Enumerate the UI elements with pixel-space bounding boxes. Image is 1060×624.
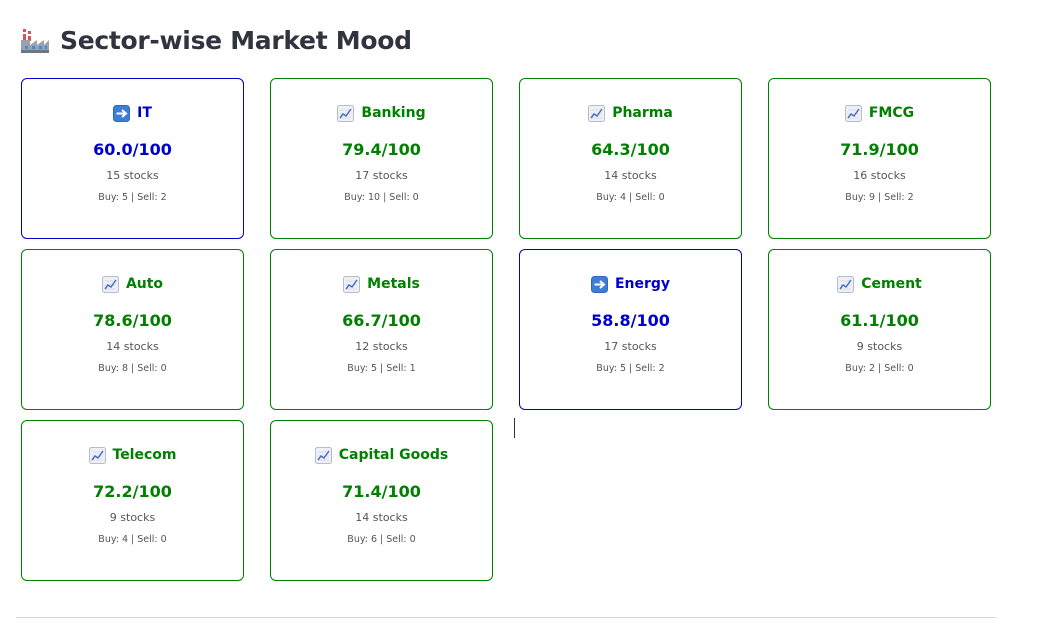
buy-sell-count: Buy: 5 | Sell: 2: [596, 363, 665, 374]
chart-increasing-icon: [343, 275, 361, 293]
sector-card-pharma: Pharma 64.3/100 14 stocks Buy: 4 | Sell: 0: [519, 78, 742, 239]
sector-name: IT: [137, 105, 152, 121]
chart-increasing-icon: [837, 275, 855, 293]
sector-score: 60.0/100: [93, 140, 172, 159]
sector-name: Cement: [861, 276, 922, 292]
buy-sell-count: Buy: 4 | Sell: 0: [98, 534, 167, 545]
sector-score: 71.4/100: [342, 482, 421, 501]
chart-increasing-icon: [88, 446, 106, 464]
chart-increasing-icon: [844, 104, 862, 122]
page: Sector-wise Market Mood IT 60.0/100 15 sto…: [0, 0, 1060, 624]
sector-title: FMCG: [844, 103, 915, 123]
buy-sell-count: Buy: 9 | Sell: 2: [845, 192, 914, 203]
sector-score: 78.6/100: [93, 311, 172, 330]
chart-increasing-icon: [588, 104, 606, 122]
stock-count: 9 stocks: [109, 511, 156, 524]
sector-card-banking: Banking 79.4/100 17 stocks Buy: 10 | Sell: …: [270, 78, 493, 239]
chart-increasing-icon: [101, 275, 119, 293]
divider: [16, 617, 996, 618]
stock-count: 17 stocks: [355, 169, 408, 182]
sector-name: Capital Goods: [338, 447, 449, 463]
buy-sell-count: Buy: 8 | Sell: 0: [98, 363, 167, 374]
stock-count: 15 stocks: [106, 169, 159, 182]
sector-name: Energy: [614, 276, 671, 292]
right-arrow-icon: [113, 104, 131, 122]
sector-title: Auto: [101, 274, 164, 294]
sector-card-fmcg: FMCG 71.9/100 16 stocks Buy: 9 | Sell: 2: [768, 78, 991, 239]
sector-card-auto: Auto 78.6/100 14 stocks Buy: 8 | Sell: 0: [21, 249, 244, 410]
sector-title: IT: [113, 103, 152, 123]
stock-count: 17 stocks: [604, 340, 657, 353]
sector-name: Telecom: [112, 447, 177, 463]
factory-icon: [21, 29, 49, 53]
text-cursor: [514, 418, 515, 438]
sector-name: Metals: [367, 276, 420, 292]
chart-increasing-icon: [314, 446, 332, 464]
stock-count: 14 stocks: [604, 169, 657, 182]
sector-title: Capital Goods: [314, 445, 449, 465]
buy-sell-count: Buy: 5 | Sell: 1: [347, 363, 416, 374]
stock-count: 16 stocks: [853, 169, 906, 182]
sector-grid: IT 60.0/100 15 stocks Buy: 5 | Sell: 2 Banki…: [21, 78, 991, 581]
sector-score: 58.8/100: [591, 311, 670, 330]
buy-sell-count: Buy: 5 | Sell: 2: [98, 192, 167, 203]
sector-title: Energy: [590, 274, 671, 294]
stock-count: 12 stocks: [355, 340, 408, 353]
sector-score: 64.3/100: [591, 140, 670, 159]
page-title: Sector-wise Market Mood: [60, 25, 412, 55]
sector-title: Banking: [337, 103, 426, 123]
sector-title: Telecom: [88, 445, 177, 465]
sector-card-cement: Cement 61.1/100 9 stocks Buy: 2 | Sell: 0: [768, 249, 991, 410]
stock-count: 14 stocks: [106, 340, 159, 353]
chart-increasing-icon: [337, 104, 355, 122]
sector-title: Metals: [343, 274, 420, 294]
sector-card-capital-goods: Capital Goods 71.4/100 14 stocks Buy: 6 | S…: [270, 420, 493, 581]
page-header: Sector-wise Market Mood: [20, 22, 412, 58]
right-arrow-icon: [590, 275, 608, 293]
buy-sell-count: Buy: 10 | Sell: 0: [344, 192, 419, 203]
sector-score: 66.7/100: [342, 311, 421, 330]
sector-card-it: IT 60.0/100 15 stocks Buy: 5 | Sell: 2: [21, 78, 244, 239]
sector-title: Cement: [837, 274, 922, 294]
sector-score: 61.1/100: [840, 311, 919, 330]
sector-card-metals: Metals 66.7/100 12 stocks Buy: 5 | Sell: 1: [270, 249, 493, 410]
sector-name: Auto: [125, 276, 164, 292]
sector-card-telecom: Telecom 72.2/100 9 stocks Buy: 4 | Sell: 0: [21, 420, 244, 581]
stock-count: 14 stocks: [355, 511, 408, 524]
buy-sell-count: Buy: 6 | Sell: 0: [347, 534, 416, 545]
sector-name: FMCG: [868, 105, 915, 121]
sector-name: Banking: [361, 105, 426, 121]
sector-name: Pharma: [612, 105, 673, 121]
sector-score: 71.9/100: [840, 140, 919, 159]
sector-card-energy: Energy 58.8/100 17 stocks Buy: 5 | Sell: 2: [519, 249, 742, 410]
sector-score: 72.2/100: [93, 482, 172, 501]
sector-score: 79.4/100: [342, 140, 421, 159]
sector-title: Pharma: [588, 103, 673, 123]
stock-count: 9 stocks: [856, 340, 903, 353]
buy-sell-count: Buy: 4 | Sell: 0: [596, 192, 665, 203]
buy-sell-count: Buy: 2 | Sell: 0: [845, 363, 914, 374]
